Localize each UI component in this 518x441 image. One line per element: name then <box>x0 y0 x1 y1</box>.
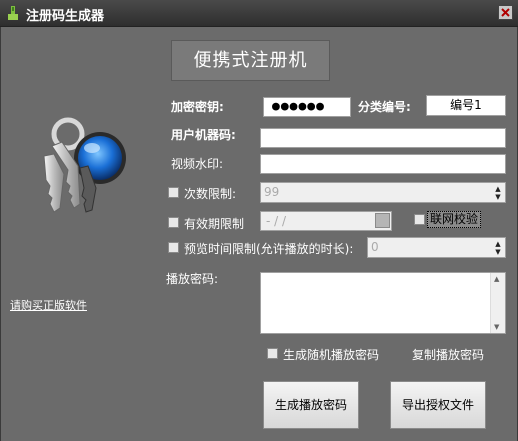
net-check-checkbox[interactable] <box>414 214 425 225</box>
keys-icon <box>43 117 126 213</box>
buy-software-link[interactable]: 请购买正版软件 <box>10 297 87 313</box>
copy-password-link[interactable]: 复制播放密码 <box>412 346 484 363</box>
count-limit-label: 次数限制: <box>184 187 237 201</box>
preview-limit-checkbox[interactable] <box>168 242 179 253</box>
random-password-checkbox[interactable] <box>267 348 278 359</box>
preview-limit-arrows[interactable]: ▲ ▼ <box>491 238 505 257</box>
machine-code-label: 用户机器码: <box>171 128 236 142</box>
main-panel <box>0 27 518 441</box>
count-limit-checkbox[interactable] <box>168 187 179 198</box>
machine-code-input[interactable] <box>260 128 506 148</box>
category-label: 分类编号: <box>358 100 411 114</box>
expiry-value: - / / <box>266 214 287 228</box>
random-password-label: 生成随机播放密码 <box>283 348 380 362</box>
window-title: 注册码生成器 <box>26 9 105 24</box>
net-check-label: 联网校验 <box>427 211 482 228</box>
banner-title: 便携式注册机 <box>171 40 330 81</box>
watermark-input[interactable] <box>260 154 506 174</box>
expiry-label: 有效期限制 <box>184 217 245 231</box>
count-limit-spinner[interactable]: 99 ▲ ▼ <box>260 182 506 203</box>
export-license-button[interactable]: 导出授权文件 <box>390 381 486 429</box>
preview-limit-spinner[interactable]: 0 ▲ ▼ <box>367 237 506 258</box>
expiry-date-picker[interactable]: - / / <box>260 211 392 231</box>
generate-password-button[interactable]: 生成播放密码 <box>263 381 359 429</box>
category-input[interactable]: 编号1 <box>426 95 506 116</box>
close-button[interactable] <box>498 5 513 20</box>
preview-limit-value: 0 <box>371 240 379 254</box>
preview-limit-label: 预览时间限制(允许播放的时长): <box>184 242 354 256</box>
count-limit-arrows[interactable]: ▲ ▼ <box>491 183 505 202</box>
count-limit-value: 99 <box>264 185 280 199</box>
close-icon <box>501 8 510 17</box>
key-input[interactable]: ●●●●●● <box>263 97 351 117</box>
play-password-textarea[interactable]: ▲ ▼ <box>260 272 506 334</box>
play-password-label: 播放密码: <box>166 272 219 286</box>
expiry-checkbox[interactable] <box>168 217 179 228</box>
key-label: 加密密钥: <box>171 100 224 114</box>
play-password-scrollbar[interactable]: ▲ ▼ <box>490 273 505 333</box>
calendar-dropdown-icon[interactable] <box>375 213 390 228</box>
watermark-label: 视频水印: <box>171 157 224 171</box>
app-icon <box>8 6 18 20</box>
title-bar: 注册码生成器 <box>0 0 518 27</box>
